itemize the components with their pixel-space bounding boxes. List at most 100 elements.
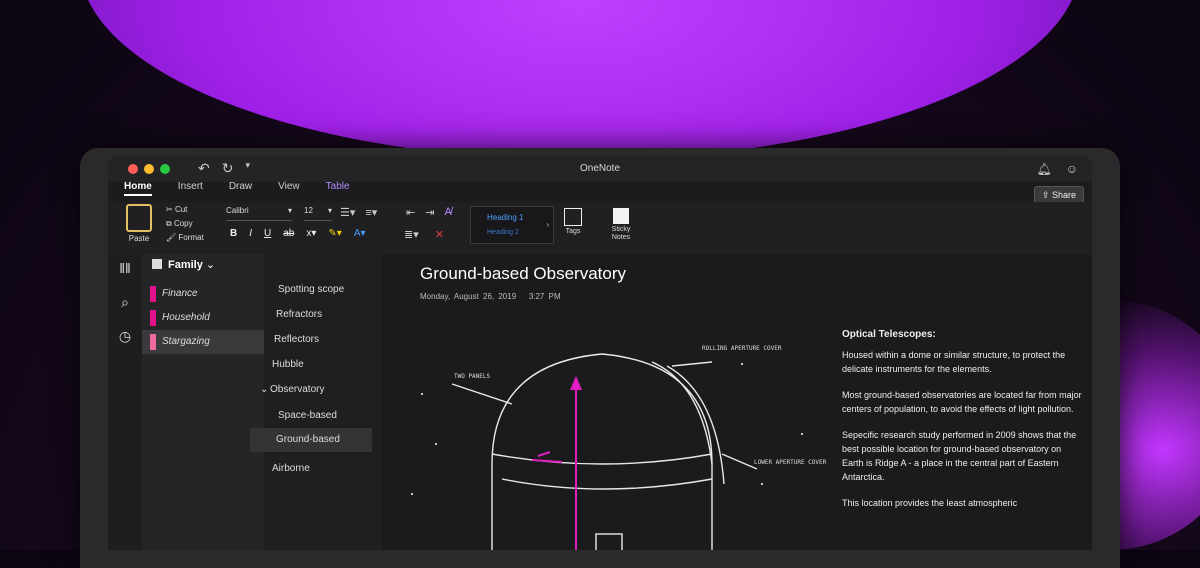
format-painter-button[interactable]: 🖌︎ Format <box>166 231 204 245</box>
italic-button[interactable]: I <box>249 228 252 239</box>
page-title[interactable]: Ground-based Observatory <box>420 264 626 284</box>
sketch-label-lower-cover: LOWER APERTURE COVER <box>754 459 827 466</box>
search-icon[interactable]: ⌕ <box>108 294 142 322</box>
sticky-note-icon <box>613 208 629 224</box>
chevron-down-icon[interactable]: ⌄ <box>260 384 268 395</box>
indent-icon[interactable]: ⇥ <box>425 206 434 219</box>
page-label: Observatory <box>270 384 325 395</box>
pages-pane: Spotting scope Refractors Reflectors Hub… <box>250 254 382 550</box>
share-icon: ⇪ <box>1041 190 1052 200</box>
numbering-icon[interactable]: ≡▾ <box>365 206 377 219</box>
sketch-label-two-panels: TWO PANELS <box>454 373 491 380</box>
tab-home[interactable]: Home <box>124 181 152 196</box>
share-label: Share <box>1051 190 1076 200</box>
page-item-selected[interactable]: Ground-based <box>250 428 372 452</box>
feedback-icon[interactable]: ☺ <box>1066 162 1078 176</box>
notebook-switcher[interactable]: Family ⌄ <box>152 258 215 271</box>
style-heading2[interactable]: Heading 2 <box>487 229 519 236</box>
page-timestamp: Monday, August 26, 2019 3:27 PM <box>420 292 561 301</box>
page-item[interactable]: Airborne <box>264 457 382 481</box>
list-group: ☰▾ ≡▾ <box>340 206 377 219</box>
font-size-select[interactable]: 12 ▾ <box>304 206 332 221</box>
copy-button[interactable]: ⧉ Copy <box>166 217 204 231</box>
paintbrush-icon: 🖌︎ <box>166 233 179 242</box>
page-item[interactable]: ⌄ Observatory <box>260 378 382 402</box>
ribbon-tabs: Home Insert Draw View Table <box>124 181 350 196</box>
paragraph-group: ≣▾ ✕ <box>404 228 444 241</box>
section-color-tab <box>150 286 156 302</box>
section-household[interactable]: Household <box>142 306 264 330</box>
delete-icon[interactable]: ✕ <box>435 228 444 241</box>
outdent-icon[interactable]: ⇤ <box>406 206 415 219</box>
notifications-icon[interactable]: 🔔︎ <box>1037 162 1052 176</box>
style-heading1[interactable]: Heading 1 <box>487 213 523 222</box>
note-paragraph: Most ground-based observatories are loca… <box>842 390 1082 414</box>
styles-gallery[interactable]: Heading 1 Heading 2 › <box>470 206 554 244</box>
indent-group: ⇤ ⇥ A̸ <box>406 206 452 219</box>
notebook-icon <box>152 259 162 269</box>
tab-view[interactable]: View <box>278 181 300 196</box>
copy-label: Copy <box>173 219 193 228</box>
chevron-right-icon[interactable]: › <box>546 220 549 229</box>
subscript-button[interactable]: x▾ <box>306 228 316 239</box>
strikethrough-button[interactable]: ab <box>283 228 294 239</box>
cut-label: Cut <box>174 205 188 214</box>
navigation-rail: ‖‖ ⌕ ◷ <box>108 254 142 550</box>
clear-format-icon[interactable]: A̸ <box>444 206 451 219</box>
note-paragraph: Housed within a dome or similar structur… <box>842 350 1066 374</box>
page-date: Monday, August 26, 2019 <box>420 292 517 301</box>
observatory-sketch[interactable]: TWO PANELS ROLLING APERTURE COVER LOWER … <box>382 304 842 550</box>
page-canvas[interactable]: Ground-based Observatory Monday, August … <box>382 254 1092 550</box>
tab-table[interactable]: Table <box>326 181 350 196</box>
magenta-mark <box>531 451 563 463</box>
page-item[interactable]: Space-based <box>264 404 382 428</box>
tab-insert[interactable]: Insert <box>178 181 203 196</box>
tags-button[interactable]: Tags <box>564 208 582 235</box>
paste-label: Paste <box>128 234 150 243</box>
cut-button[interactable]: ✂ Cut <box>166 203 204 217</box>
window-title: OneNote <box>579 163 621 174</box>
font-color-icon[interactable]: A▾ <box>354 228 366 239</box>
paste-button[interactable]: Paste <box>126 204 152 243</box>
font-value: Calibri <box>226 206 249 215</box>
page-label: Airborne <box>272 463 310 474</box>
tab-draw[interactable]: Draw <box>229 181 252 196</box>
underline-button[interactable]: U <box>264 228 271 239</box>
bold-button[interactable]: B <box>230 228 237 239</box>
page-item[interactable]: Spotting scope <box>264 278 382 302</box>
page-label: Refractors <box>276 309 323 320</box>
page-item[interactable]: Reflectors <box>264 328 382 352</box>
font-select[interactable]: Calibri ▾ <box>226 206 292 221</box>
section-label: Stargazing <box>162 336 210 347</box>
dome-drawing <box>451 353 758 550</box>
bullets-icon[interactable]: ☰▾ <box>340 206 355 219</box>
arrow-up-icon <box>570 376 582 390</box>
section-stargazing[interactable]: Stargazing <box>142 330 264 354</box>
sketch-label-rolling-cover: ROLLING APERTURE COVER <box>702 345 782 352</box>
notes-heading: Optical Telescopes: <box>842 329 936 340</box>
page-time: 3:27 PM <box>528 292 561 301</box>
clipboard-group: ✂ Cut ⧉ Copy 🖌︎ Format <box>166 203 204 245</box>
section-color-tab <box>150 334 156 350</box>
page-label: Reflectors <box>274 334 320 345</box>
align-icon[interactable]: ≣▾ <box>404 228 419 241</box>
format-label: Format <box>178 233 204 242</box>
notes-text[interactable]: Optical Telescopes: Housed within a dome… <box>842 328 1082 522</box>
page-label: Space-based <box>278 410 337 421</box>
purple-light-glow <box>80 0 1080 160</box>
notebook-name: Family <box>168 259 203 271</box>
page-item[interactable]: Hubble <box>264 353 382 377</box>
section-finance[interactable]: Finance <box>142 282 264 306</box>
notebooks-icon[interactable]: ‖‖ <box>108 260 142 288</box>
highlight-icon[interactable]: ✎▾ <box>328 228 341 239</box>
section-label: Household <box>162 312 210 323</box>
chevron-down-icon: ⌄ <box>205 259 216 271</box>
clipboard-icon <box>126 204 152 232</box>
section-label: Finance <box>162 288 198 299</box>
sticky-notes-button[interactable]: Sticky Notes <box>608 208 634 242</box>
recent-clock-icon[interactable]: ◷ <box>108 328 142 356</box>
star-dots <box>411 363 803 495</box>
page-item[interactable]: Refractors <box>264 303 382 327</box>
scissors-icon: ✂ <box>166 205 175 214</box>
chevron-down-icon: ▾ <box>327 206 332 215</box>
